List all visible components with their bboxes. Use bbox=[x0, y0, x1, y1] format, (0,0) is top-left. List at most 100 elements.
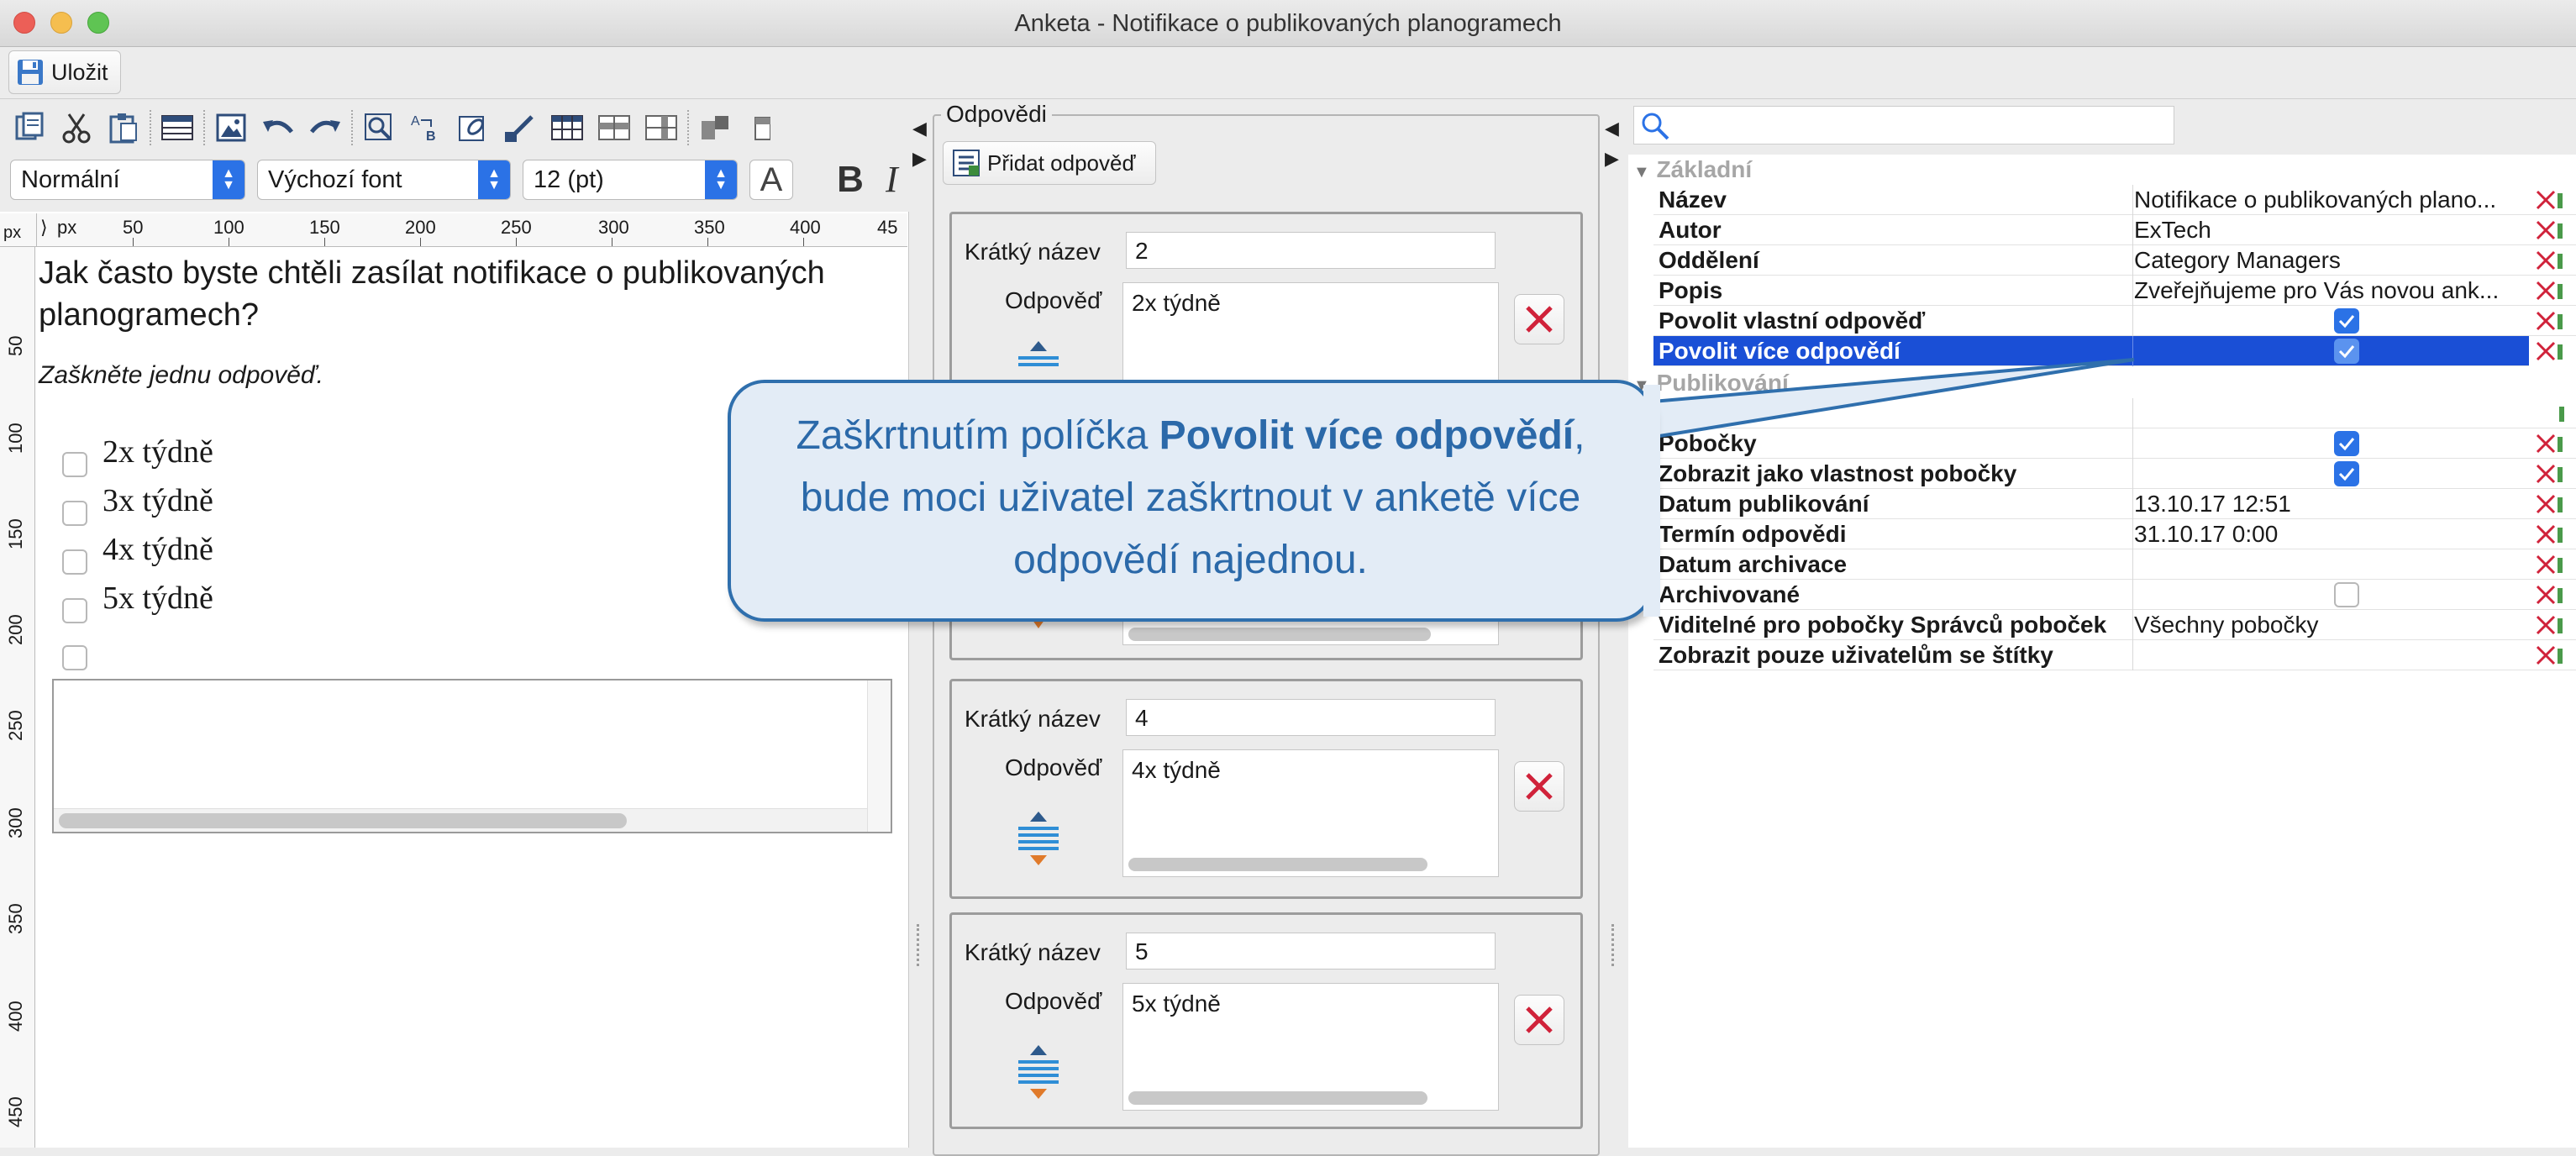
clear-value-icon[interactable] bbox=[2534, 462, 2568, 486]
checkbox-checked[interactable] bbox=[2334, 431, 2359, 456]
splitter[interactable] bbox=[1600, 99, 1628, 1148]
category-basic[interactable]: ▼ Základní bbox=[1633, 156, 2576, 187]
property-key: Popis bbox=[1659, 277, 1723, 303]
property-row[interactable]: Archivované bbox=[1653, 580, 2576, 610]
custom-answer-checkbox[interactable] bbox=[62, 645, 87, 670]
collapse-left-icon[interactable]: ◀ bbox=[1605, 118, 1619, 139]
property-value: Category Managers bbox=[2134, 247, 2341, 273]
add-answer-button[interactable]: Přidat odpověď bbox=[943, 141, 1156, 185]
insert-image-icon[interactable] bbox=[210, 107, 252, 149]
property-row[interactable]: Termín odpovědi 31.10.17 0:00 bbox=[1653, 519, 2576, 549]
answer-text: 5x týdně bbox=[1132, 990, 1221, 1017]
clear-value-icon[interactable] bbox=[2534, 583, 2568, 607]
text-size-button[interactable]: A bbox=[749, 160, 793, 200]
find-icon[interactable] bbox=[358, 107, 400, 149]
paragraph-style-select[interactable]: Normální ▲ ▼ bbox=[10, 160, 245, 200]
property-row[interactable]: Zobrazit jako vlastnost pobočky bbox=[1653, 459, 2576, 489]
property-key: Archivované bbox=[1659, 581, 1801, 607]
reorder-handle-icon[interactable] bbox=[1013, 1042, 1064, 1107]
property-search-input[interactable] bbox=[1633, 106, 2174, 144]
splitter[interactable] bbox=[909, 212, 934, 1148]
clear-value-icon[interactable] bbox=[2534, 492, 2568, 516]
horizontal-scrollbar[interactable] bbox=[59, 813, 627, 828]
callout-text-part: Zaškrtnutím políčka bbox=[796, 413, 1159, 458]
clear-value-icon[interactable] bbox=[2534, 613, 2568, 637]
toolbar-separator bbox=[150, 110, 151, 145]
property-value: Zveřejňujeme pro Vás novou ank... bbox=[2134, 277, 2500, 303]
clear-value-icon[interactable] bbox=[2534, 432, 2568, 455]
delete-answer-button[interactable] bbox=[1514, 294, 1564, 344]
merge-cells-icon[interactable] bbox=[694, 107, 736, 149]
property-row[interactable]: Zobrazit pouze uživatelům se štítky bbox=[1653, 640, 2576, 670]
clear-value-icon[interactable] bbox=[2534, 644, 2568, 667]
redo-icon[interactable] bbox=[304, 107, 346, 149]
property-row[interactable]: Viditelné pro pobočky Správců poboček Vše… bbox=[1653, 610, 2576, 640]
bold-button[interactable]: B bbox=[830, 160, 870, 200]
short-name-input[interactable]: 5 bbox=[1126, 933, 1496, 969]
clear-value-icon[interactable] bbox=[2534, 279, 2568, 302]
checkbox-checked[interactable] bbox=[2334, 308, 2359, 334]
clear-value-icon[interactable] bbox=[2534, 249, 2568, 272]
property-key: Zobrazit pouze uživatelům se štítky bbox=[1659, 642, 2053, 668]
ruler-tick bbox=[324, 238, 325, 246]
italic-button[interactable]: I bbox=[886, 160, 906, 200]
collapse-left-icon[interactable]: ◀ bbox=[912, 118, 927, 139]
clear-value-icon[interactable] bbox=[2534, 339, 2568, 363]
clear-value-icon[interactable] bbox=[2534, 309, 2568, 333]
ruler-tick-label: 400 bbox=[5, 1001, 26, 1032]
table-icon[interactable] bbox=[546, 107, 588, 149]
copy-format-icon[interactable] bbox=[8, 107, 50, 149]
delete-answer-button[interactable] bbox=[1514, 761, 1564, 812]
collapse-right-icon[interactable]: ▶ bbox=[1605, 148, 1619, 170]
cut-icon[interactable] bbox=[55, 107, 97, 149]
reorder-handle-icon[interactable] bbox=[1013, 808, 1064, 874]
table-rows-icon[interactable] bbox=[593, 107, 635, 149]
property-row[interactable]: Datum publikování 13.10.17 12:51 bbox=[1653, 489, 2576, 519]
short-name-label: Krátký název bbox=[965, 706, 1101, 732]
delete-answer-button[interactable] bbox=[1514, 995, 1564, 1045]
checkbox-unchecked[interactable] bbox=[2334, 582, 2359, 607]
replace-icon[interactable]: AB bbox=[405, 107, 447, 149]
splitter-grip bbox=[1611, 924, 1615, 966]
font-size-select[interactable]: 12 (pt) ▲ ▼ bbox=[523, 160, 738, 200]
ruler-unit: px bbox=[0, 213, 37, 247]
ruler-tick bbox=[133, 238, 134, 246]
paste-icon[interactable] bbox=[103, 107, 145, 149]
clear-value-icon[interactable] bbox=[2534, 523, 2568, 546]
clear-value-icon[interactable] bbox=[2534, 553, 2568, 576]
callout-pointer bbox=[1632, 358, 2135, 443]
option-checkbox[interactable] bbox=[62, 549, 87, 575]
question-text[interactable]: Jak často byste chtěli zasílat notifikac… bbox=[39, 252, 896, 336]
collapse-right-icon[interactable]: ▶ bbox=[912, 148, 927, 170]
option-checkbox[interactable] bbox=[62, 501, 87, 526]
clear-value-icon[interactable] bbox=[2534, 188, 2568, 212]
property-row[interactable]: Popis Zveřejňujeme pro Vás novou ank... bbox=[1653, 276, 2576, 306]
edit-value-icon[interactable] bbox=[2559, 402, 2576, 425]
font-family-select[interactable]: Výchozí font ▲ ▼ bbox=[257, 160, 511, 200]
property-row[interactable]: Autor ExTech bbox=[1653, 215, 2576, 245]
clear-value-icon[interactable] bbox=[2534, 218, 2568, 242]
reorder-down-icon[interactable] bbox=[1022, 613, 1072, 679]
option-checkbox[interactable] bbox=[62, 598, 87, 623]
option-checkbox[interactable] bbox=[62, 452, 87, 477]
checkbox-checked[interactable] bbox=[2334, 339, 2359, 364]
answer-textarea[interactable]: 4x týdně bbox=[1122, 749, 1499, 877]
table-columns-icon[interactable] bbox=[640, 107, 682, 149]
short-name-input[interactable]: 4 bbox=[1126, 699, 1496, 736]
property-row[interactable]: Datum archivace bbox=[1653, 549, 2576, 580]
property-row[interactable]: Název Notifikace o publikovaných plano... bbox=[1653, 185, 2576, 215]
undo-icon[interactable] bbox=[257, 107, 299, 149]
short-name-input[interactable]: 2 bbox=[1126, 232, 1496, 269]
insert-link-icon[interactable] bbox=[452, 107, 494, 149]
save-button[interactable]: Uložit bbox=[8, 50, 121, 94]
property-row[interactable]: Povolit vlastní odpověď bbox=[1653, 306, 2576, 336]
insert-table-icon[interactable] bbox=[156, 107, 198, 149]
vertical-scrollbar[interactable] bbox=[867, 680, 891, 832]
question-hint[interactable]: Zaškněte jednu odpověď. bbox=[39, 361, 323, 390]
property-row[interactable]: Oddělení Category Managers bbox=[1653, 245, 2576, 276]
checkbox-checked[interactable] bbox=[2334, 461, 2359, 486]
custom-answer-textarea[interactable] bbox=[52, 679, 892, 833]
answer-textarea[interactable]: 5x týdně bbox=[1122, 983, 1499, 1111]
clear-format-icon[interactable] bbox=[499, 107, 541, 149]
split-cells-icon[interactable] bbox=[741, 107, 783, 149]
